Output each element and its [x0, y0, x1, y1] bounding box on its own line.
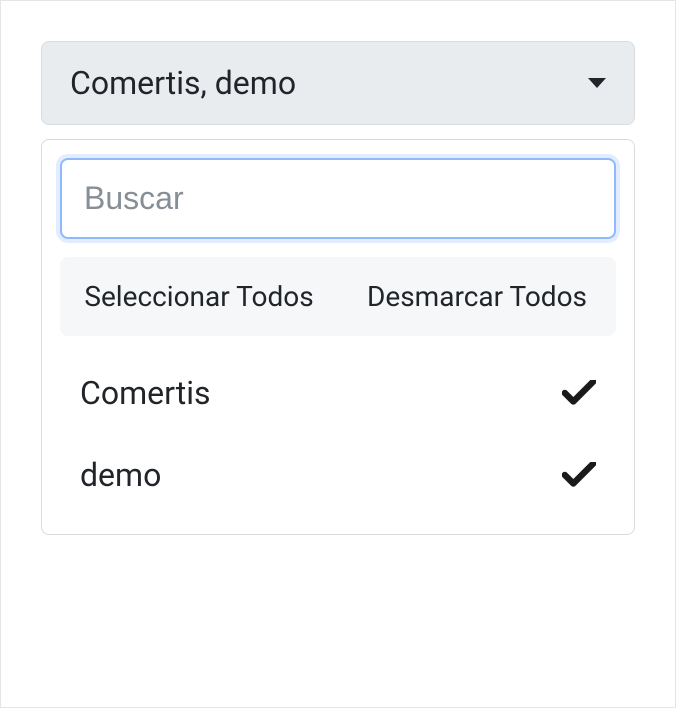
option-item[interactable]: demo	[74, 434, 602, 516]
search-input[interactable]	[60, 158, 616, 239]
multiselect-trigger[interactable]: Comertis, demo	[41, 41, 635, 125]
caret-down-icon	[588, 78, 606, 88]
selected-value: Comertis, demo	[70, 64, 296, 102]
check-icon	[562, 462, 596, 488]
check-icon	[562, 380, 596, 406]
option-label: demo	[80, 456, 161, 494]
option-item[interactable]: Comertis	[74, 352, 602, 434]
deselect-all-button[interactable]: Desmarcar Todos	[338, 267, 616, 326]
option-label: Comertis	[80, 374, 211, 412]
dropdown-panel: Seleccionar Todos Desmarcar Todos Comert…	[41, 139, 635, 535]
bulk-actions: Seleccionar Todos Desmarcar Todos	[60, 257, 616, 336]
select-all-button[interactable]: Seleccionar Todos	[60, 267, 338, 326]
options-list: Comertis demo	[60, 352, 616, 524]
